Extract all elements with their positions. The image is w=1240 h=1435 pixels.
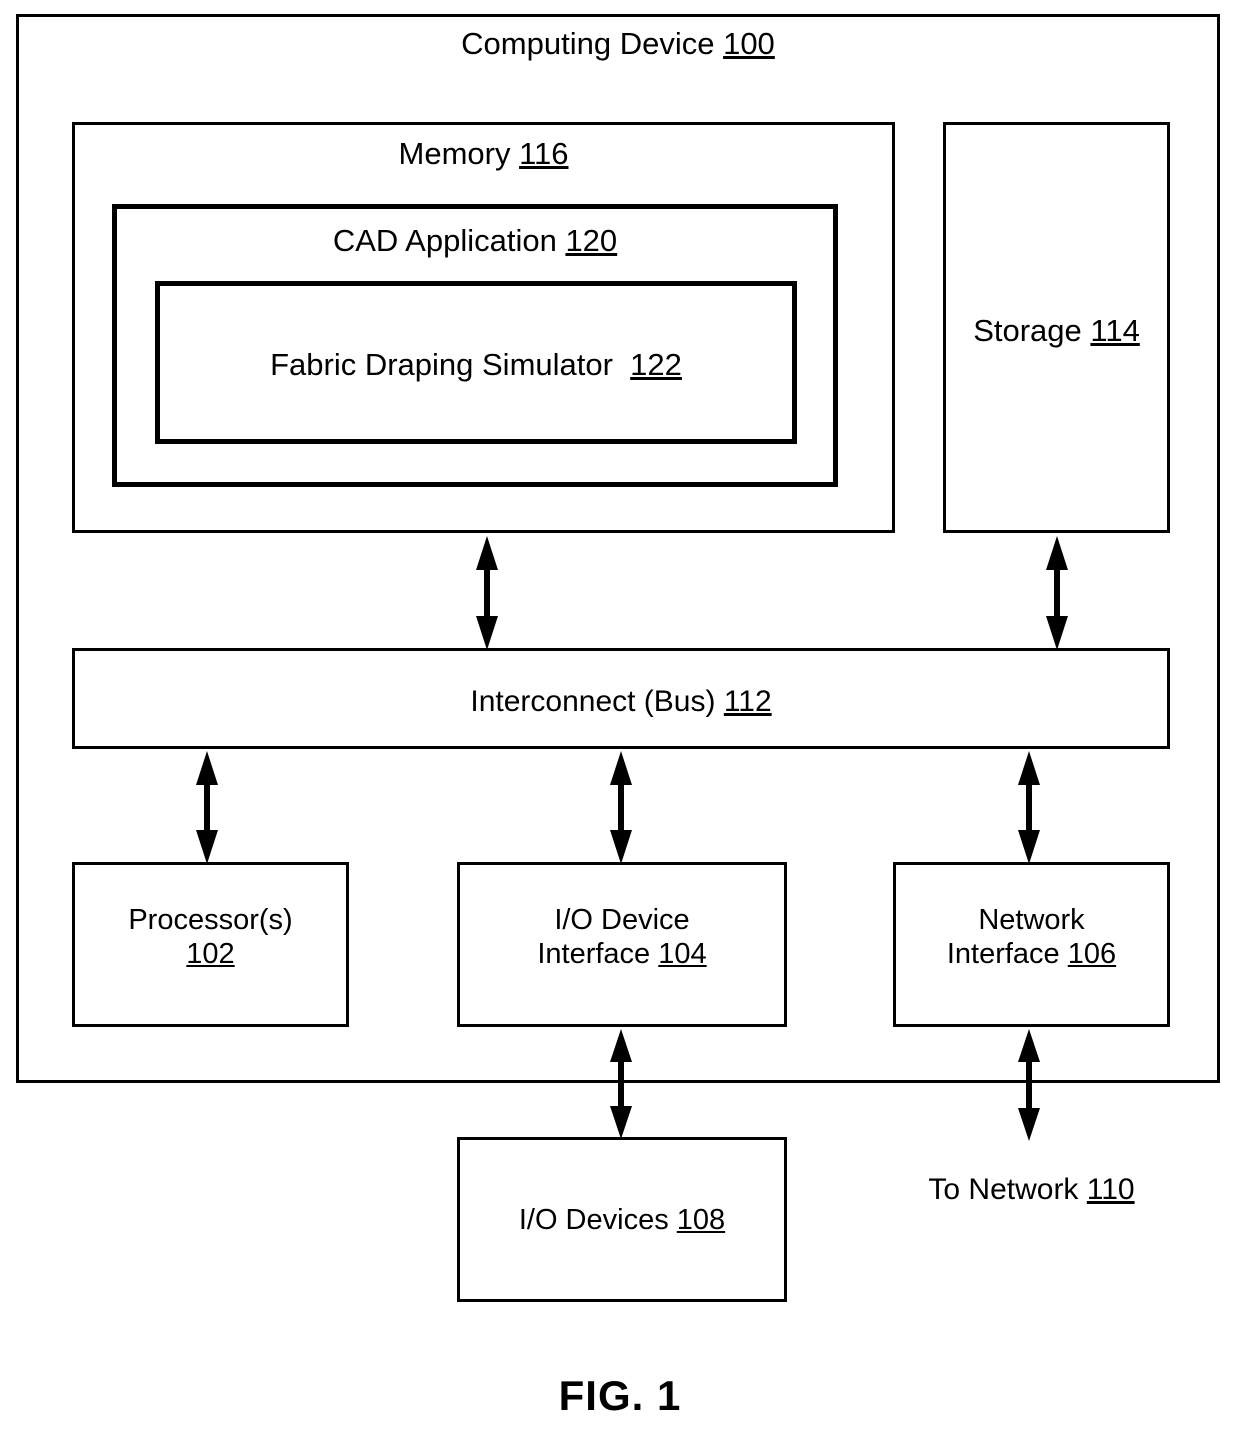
cad-application-label-ref: 120: [565, 223, 618, 258]
storage-label: Storage 114: [943, 313, 1170, 350]
computing-device-title-text: Computing Device: [461, 26, 724, 61]
to-network-label: To Network 110: [893, 1172, 1170, 1207]
network-interface-label: Network Interface 106: [893, 903, 1170, 971]
fabric-draping-simulator-label-ref: 122: [630, 347, 682, 382]
io-device-interface-label-line2: Interface: [537, 938, 659, 971]
network-interface-label-line1: Network: [978, 904, 1085, 936]
processors-label-ref: 102: [186, 938, 235, 971]
connector-io-device-interface-to-io-devices: [598, 1029, 644, 1139]
io-devices-label-ref: 108: [676, 1204, 726, 1236]
processors-label: Processor(s) 102: [72, 903, 349, 971]
connector-bus-to-processors: [184, 751, 230, 864]
connector-storage-to-bus: [1034, 536, 1080, 650]
io-device-interface-label: I/O Device Interface 104: [457, 903, 787, 971]
fabric-draping-simulator-label: Fabric Draping Simulator 122: [155, 347, 797, 384]
processors-label-line1: Processor(s): [128, 904, 293, 936]
io-device-interface-label-line1: I/O Device: [554, 904, 690, 936]
interconnect-bus-label-ref: 112: [723, 685, 772, 718]
memory-label: Memory 116: [72, 136, 895, 173]
network-interface-label-line2: Interface: [946, 938, 1068, 971]
io-device-interface-label-ref: 104: [658, 938, 707, 971]
cad-application-label: CAD Application 120: [112, 223, 838, 260]
network-interface-label-ref: 106: [1067, 938, 1117, 971]
to-network-label-text: To Network: [928, 1173, 1087, 1206]
computing-device-label: Computing Device 100: [16, 26, 1220, 63]
cad-application-label-text: CAD Application: [332, 223, 566, 258]
storage-label-ref: 114: [1090, 313, 1140, 348]
io-devices-label-text: I/O Devices: [518, 1204, 677, 1236]
fabric-draping-simulator-label-text: Fabric Draping Simulator: [270, 347, 631, 382]
memory-label-ref: 116: [519, 136, 569, 171]
storage-label-text: Storage: [973, 313, 1091, 348]
connector-memory-to-bus: [464, 536, 510, 650]
to-network-label-ref: 110: [1086, 1173, 1135, 1206]
connector-bus-to-network-interface: [1006, 751, 1052, 864]
io-devices-label: I/O Devices 108: [457, 1203, 787, 1237]
connector-bus-to-io-device-interface: [598, 751, 644, 864]
computing-device-title-ref: 100: [723, 26, 775, 61]
connector-network-interface-to-network: [1006, 1029, 1052, 1141]
interconnect-bus-label-text: Interconnect (Bus): [470, 685, 724, 718]
figure-caption: FIG. 1: [558, 1372, 682, 1419]
figure-canvas: Computing Device 100 Memory 116 CAD Appl…: [0, 0, 1240, 1435]
memory-label-text: Memory: [398, 136, 520, 171]
interconnect-bus-label: Interconnect (Bus) 112: [72, 684, 1170, 719]
